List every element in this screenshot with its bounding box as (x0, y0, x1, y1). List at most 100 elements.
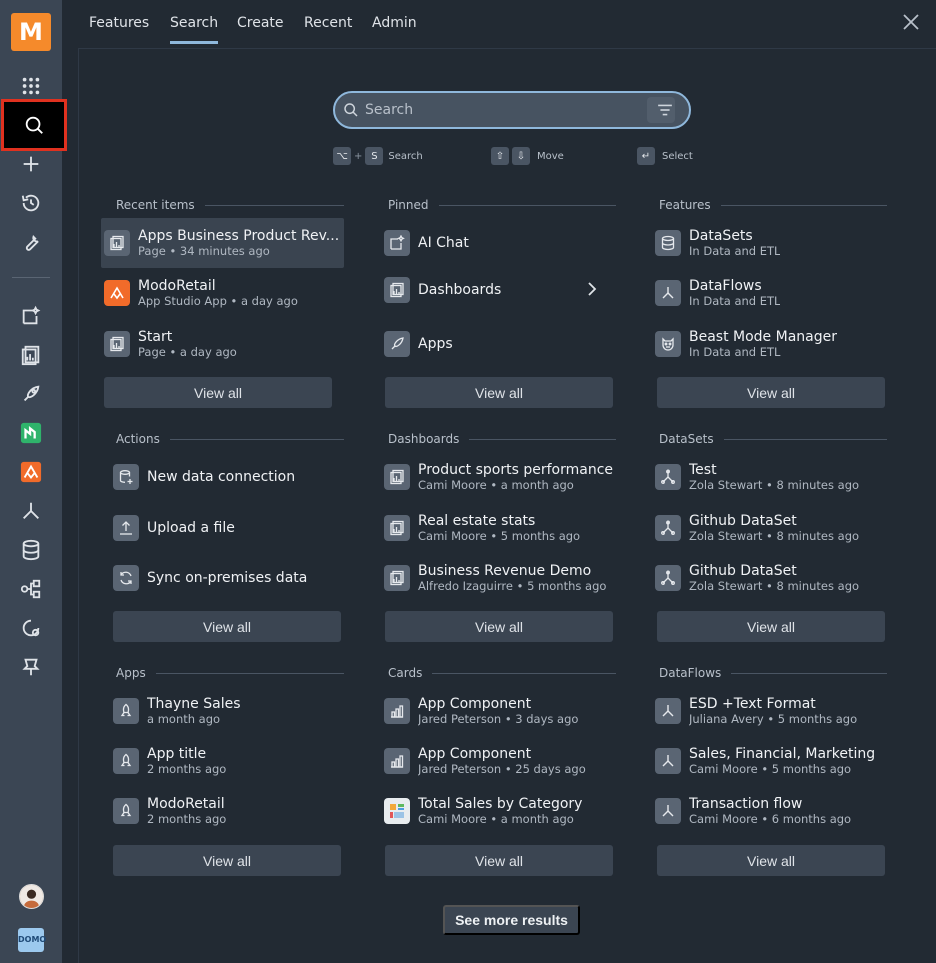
list-item[interactable]: Dashboards (381, 265, 621, 315)
item-title: Thayne Sales (147, 695, 241, 712)
item-subtitle: a month ago (147, 711, 221, 726)
database-icon (655, 230, 681, 256)
list-item[interactable]: DataSets In Data and ETL (652, 218, 892, 268)
tab-admin[interactable]: Admin (372, 15, 417, 41)
item-title: Github DataSet (689, 562, 797, 579)
list-item[interactable]: Product sports performance Cami Moore • a… (381, 452, 621, 502)
section-recent-items: Recent items (104, 197, 344, 213)
view-all-button[interactable]: View all (113, 611, 341, 642)
list-item[interactable]: Apps Business Product Rev... Page • 34 mi… (101, 218, 344, 268)
rocket-icon[interactable] (0, 376, 62, 412)
list-item[interactable]: ModoRetail App Studio App • a day ago (101, 268, 341, 318)
page-icon (104, 331, 130, 357)
alert-center-icon[interactable] (0, 610, 62, 646)
list-item[interactable]: App Component Jared Peterson • 3 days ago (381, 686, 621, 736)
item-title: Dashboards (418, 282, 502, 298)
list-item[interactable]: Total Sales by Category Cami Moore • a mo… (381, 786, 621, 836)
view-all-button[interactable]: View all (657, 377, 885, 408)
view-all-button[interactable]: View all (385, 611, 613, 642)
item-subtitle: Zola Stewart • 8 minutes ago (689, 477, 860, 492)
search-field[interactable] (333, 91, 691, 129)
search-icon[interactable] (1, 99, 67, 151)
card-chart-icon (384, 748, 410, 774)
list-item[interactable]: Github DataSet Zola Stewart • 8 minutes a… (652, 503, 892, 553)
section-datasets: DataSets (647, 431, 887, 447)
metrics-app-icon[interactable] (0, 415, 62, 451)
section-dataflows: DataFlows (647, 665, 887, 681)
item-title: App Component (418, 745, 532, 762)
domo-logo[interactable]: DOMO (18, 928, 46, 952)
filter-button[interactable] (647, 97, 675, 123)
search-input[interactable] (365, 102, 647, 118)
list-item[interactable]: Beast Mode Manager In Data and ETL (652, 319, 892, 369)
view-all-button[interactable]: View all (104, 377, 332, 408)
hint-move-label: Move (537, 150, 564, 162)
chevron-right-icon[interactable] (583, 280, 601, 298)
section-header: Apps (116, 665, 344, 681)
wrench-icon[interactable] (0, 224, 62, 260)
list-item[interactable]: Start Page • a day ago (101, 319, 341, 369)
view-all-button[interactable]: View all (385, 845, 613, 876)
tab-features[interactable]: Features (89, 15, 149, 41)
workflow-icon[interactable] (0, 571, 62, 607)
view-all-button[interactable]: View all (385, 377, 613, 408)
view-all-button[interactable]: View all (657, 611, 885, 642)
view-all-button[interactable]: View all (113, 845, 341, 876)
list-item[interactable]: App Component Jared Peterson • 25 days ag… (381, 736, 621, 786)
list-item[interactable]: Github DataSet Zola Stewart • 8 minutes a… (652, 553, 892, 603)
user-avatar[interactable] (19, 884, 44, 909)
see-more-results-button[interactable]: See more results (443, 905, 580, 935)
list-item[interactable]: ESD +Text Format Juliana Avery • 5 months… (652, 686, 892, 736)
list-item[interactable]: App title 2 months ago (110, 736, 350, 786)
view-all-button[interactable]: View all (657, 845, 885, 876)
dataflow-icon (655, 698, 681, 724)
item-subtitle: Alfredo Izaguirre • 5 months ago (418, 578, 607, 593)
item-subtitle: In Data and ETL (689, 344, 781, 359)
item-title: DataSets (689, 227, 753, 244)
list-item[interactable]: New data connection (110, 452, 350, 502)
hint-search: ⌥ + S Search (333, 147, 423, 165)
item-subtitle: Cami Moore • 5 months ago (689, 761, 852, 776)
app-logo[interactable]: M (11, 13, 51, 51)
dashboard-icon (384, 277, 410, 303)
item-subtitle: Page • 34 minutes ago (138, 243, 270, 258)
ai-chat-icon[interactable] (0, 298, 62, 334)
sidebar: M DOMO (0, 0, 67, 963)
item-title: Product sports performance (418, 461, 614, 478)
pin-icon[interactable] (0, 649, 62, 685)
beast-mode-icon (655, 331, 681, 357)
modoretail-icon[interactable] (0, 454, 62, 490)
item-title: Total Sales by Category (418, 795, 583, 812)
history-icon[interactable] (0, 185, 62, 221)
dataflow-icon[interactable] (0, 493, 62, 529)
sync-icon (113, 565, 139, 591)
list-item[interactable]: Transaction flow Cami Moore • 6 months ag… (652, 786, 892, 836)
list-item[interactable]: Real estate stats Cami Moore • 5 months a… (381, 503, 621, 553)
tab-recent[interactable]: Recent (304, 15, 352, 41)
tab-search[interactable]: Search (170, 15, 219, 44)
list-item[interactable]: Thayne Sales a month ago (110, 686, 350, 736)
item-title: DataFlows (689, 277, 762, 294)
list-item[interactable]: Business Revenue Demo Alfredo Izaguirre •… (381, 553, 621, 603)
list-item[interactable]: Apps (381, 319, 621, 369)
section-actions: Actions (104, 431, 344, 447)
list-item[interactable]: AI Chat (381, 218, 621, 268)
key-enter: ↵ (637, 147, 655, 165)
item-title: App Component (418, 695, 532, 712)
list-item[interactable]: Upload a file (110, 503, 350, 553)
tab-create[interactable]: Create (237, 15, 284, 41)
list-item[interactable]: Sync on-premises data (110, 553, 350, 603)
section-header: Features (659, 197, 887, 213)
list-item[interactable]: Test Zola Stewart • 8 minutes ago (652, 452, 892, 502)
dashboard-icon (384, 515, 410, 541)
close-icon[interactable] (900, 11, 922, 33)
key-down: ⇩ (512, 147, 530, 165)
list-item[interactable]: DataFlows In Data and ETL (652, 268, 892, 318)
dashboard-icon[interactable] (0, 337, 62, 373)
plus-icon[interactable] (0, 146, 62, 182)
list-item[interactable]: Sales, Financial, Marketing Cami Moore • … (652, 736, 892, 786)
database-icon[interactable] (0, 532, 62, 568)
list-item[interactable]: ModoRetail 2 months ago (110, 786, 350, 836)
section-header: Dashboards (388, 431, 616, 447)
item-subtitle: 2 months ago (147, 811, 227, 826)
